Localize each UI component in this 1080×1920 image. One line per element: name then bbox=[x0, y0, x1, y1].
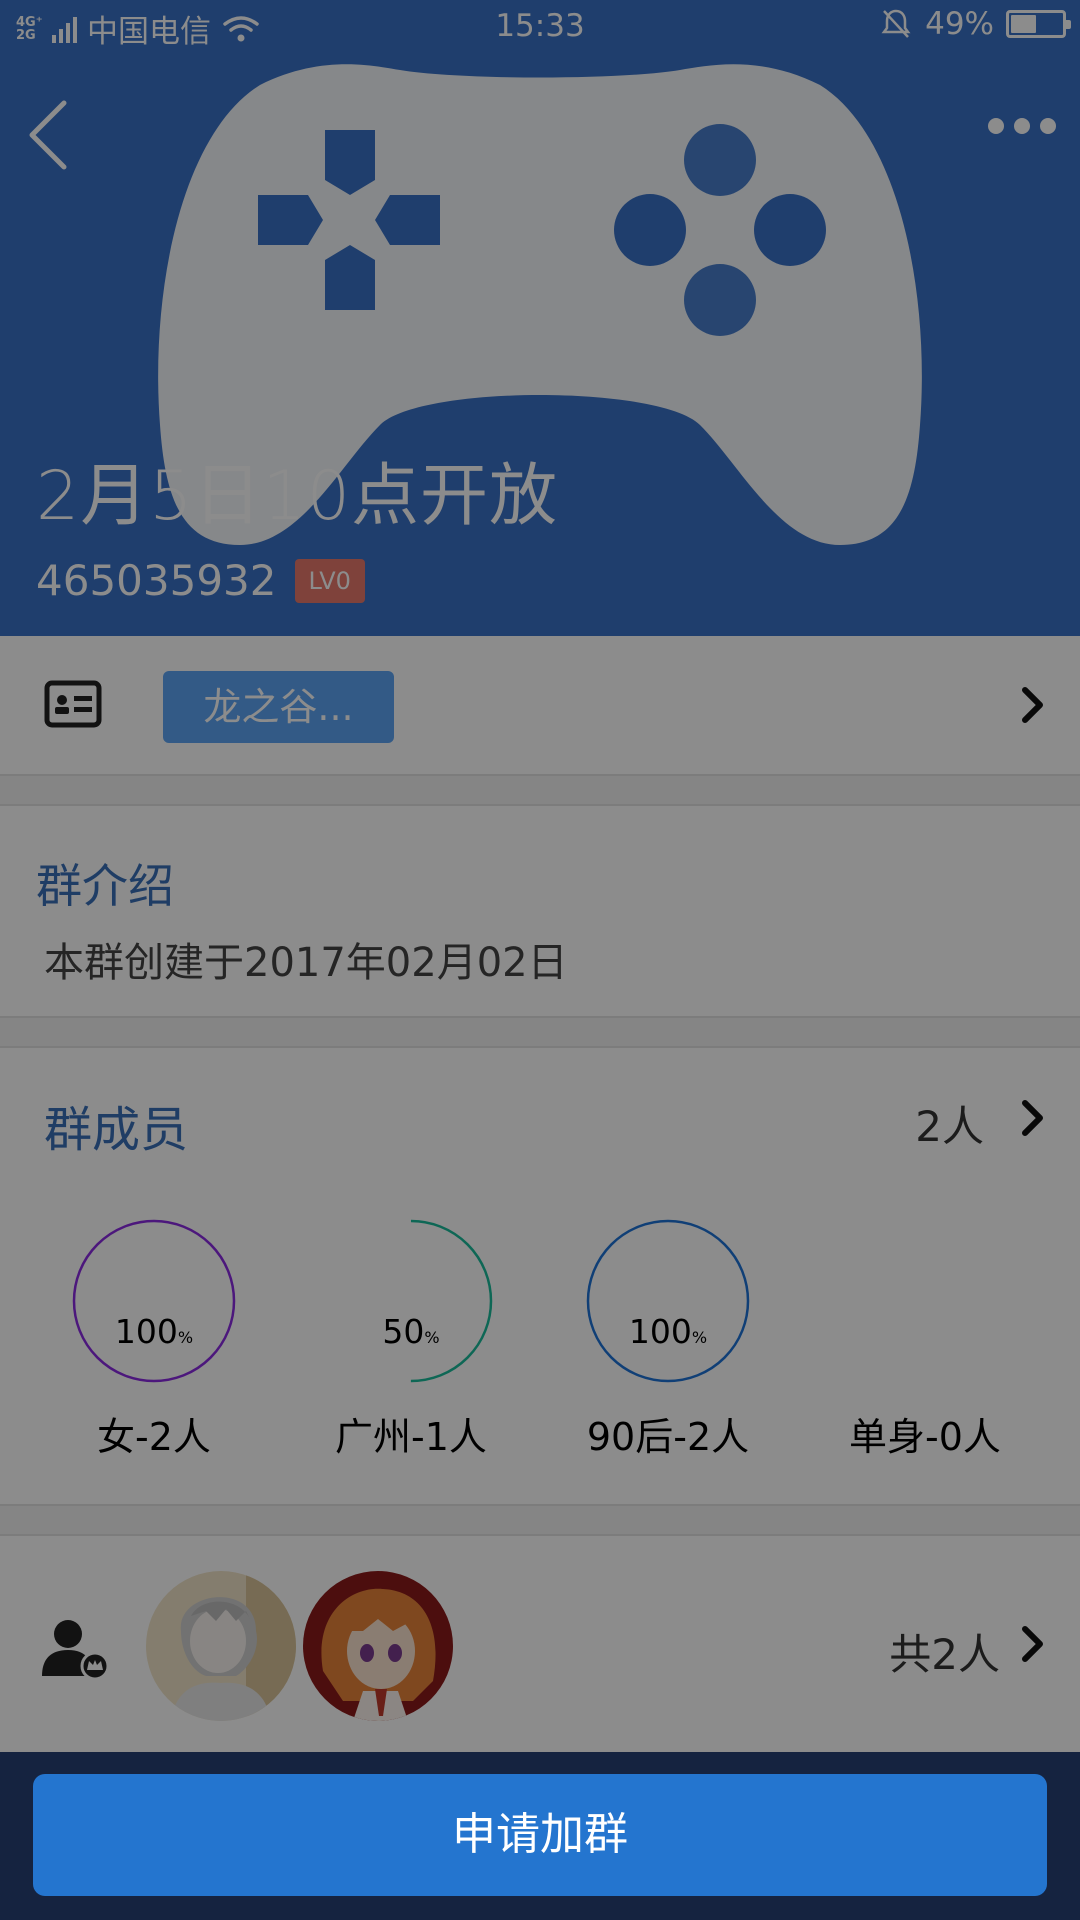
group-tag-row[interactable]: 龙之谷... bbox=[0, 636, 1080, 774]
intro-title: 群介绍 bbox=[36, 859, 174, 913]
stat-percent-unit: % bbox=[177, 1328, 194, 1347]
divider bbox=[0, 1504, 1080, 1506]
stat-label: 广州-1人 bbox=[335, 1415, 487, 1459]
chevron-right-icon bbox=[1022, 1100, 1043, 1136]
more-options-icon[interactable] bbox=[988, 118, 1056, 134]
stat-label: 女-2人 bbox=[97, 1415, 211, 1459]
level-badge: LV0 bbox=[294, 558, 365, 603]
avatar[interactable] bbox=[146, 1571, 296, 1721]
divider bbox=[0, 1016, 1080, 1018]
stat-label: 单身-0人 bbox=[849, 1415, 1001, 1459]
stat-gender: 100% 女-2人 bbox=[54, 1216, 254, 1461]
battery-icon bbox=[1006, 10, 1071, 38]
stat-percent-unit: % bbox=[691, 1328, 708, 1347]
stat-percent: 50 bbox=[382, 1312, 425, 1351]
silent-bell-icon bbox=[881, 9, 911, 38]
avatar[interactable] bbox=[303, 1571, 453, 1721]
group-members-row[interactable]: 群成员 2人 bbox=[0, 1048, 1080, 1188]
group-tag-chip: 龙之谷... bbox=[163, 671, 394, 743]
members-avatars-row[interactable]: 共2人 bbox=[0, 1536, 1080, 1752]
join-group-button[interactable]: 申请加群 bbox=[33, 1774, 1047, 1896]
group-header: 4G⁺ 2G 中国电信 15:33 49% 2月5日10点开放 46503593… bbox=[0, 0, 1080, 636]
stat-percent-unit: % bbox=[424, 1328, 440, 1347]
battery-percent: 49% bbox=[925, 6, 994, 42]
stat-ring bbox=[72, 1219, 236, 1383]
id-card-icon bbox=[44, 680, 102, 728]
stat-location: 50% 广州-1人 bbox=[311, 1216, 511, 1461]
stat-label: 90后-2人 bbox=[586, 1415, 750, 1459]
members-count: 2人 bbox=[915, 1102, 984, 1151]
stat-single: 单身-0人 bbox=[825, 1216, 1025, 1461]
group-name: 2月5日10点开放 bbox=[36, 457, 559, 536]
group-intro-section: 群介绍 本群创建于2017年02月02日 bbox=[0, 806, 1080, 1016]
total-members: 共2人 bbox=[889, 1630, 1000, 1679]
member-stats: 100% 女-2人 50% 广州-1人 100% 90后-2人 单身-0人 bbox=[0, 1188, 1080, 1504]
members-title: 群成员 bbox=[44, 1102, 189, 1158]
back-icon[interactable] bbox=[20, 95, 80, 175]
bottom-action-bar: 申请加群 bbox=[0, 1752, 1080, 1920]
divider bbox=[0, 774, 1080, 776]
stat-ring bbox=[586, 1219, 750, 1383]
stat-percent: 100 bbox=[628, 1312, 692, 1351]
status-bar: 4G⁺ 2G 中国电信 15:33 49% bbox=[0, 0, 1080, 56]
stat-percent: 100 bbox=[114, 1312, 178, 1351]
group-id: 465035932 bbox=[36, 556, 277, 605]
chevron-right-icon bbox=[1022, 1626, 1043, 1662]
group-admin-icon bbox=[42, 1620, 110, 1681]
intro-text: 本群创建于2017年02月02日 bbox=[44, 940, 568, 986]
stat-age: 100% 90后-2人 bbox=[568, 1216, 768, 1461]
stat-ring bbox=[329, 1219, 493, 1383]
chevron-right-icon bbox=[1022, 687, 1043, 723]
